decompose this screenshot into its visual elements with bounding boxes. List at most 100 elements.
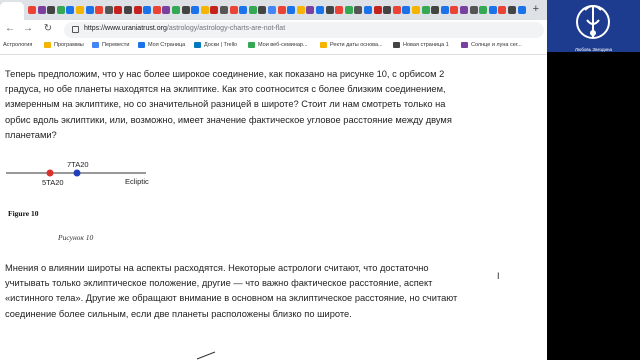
browser-tab[interactable] [191, 4, 200, 16]
browser-tab[interactable] [354, 4, 363, 16]
browser-tab[interactable] [210, 4, 219, 16]
browser-tab[interactable] [56, 4, 66, 16]
tab-favicon-icon [124, 6, 132, 14]
browser-tab[interactable] [325, 4, 335, 16]
browser-tab[interactable] [431, 4, 440, 16]
reload-icon[interactable]: ↻ [42, 23, 54, 34]
browser-window: + ← → ↻ https://www.uraniatrust.org/astr… [0, 0, 547, 360]
tab-favicon-icon [258, 6, 267, 14]
browser-tab[interactable] [248, 4, 258, 16]
tab-favicon-icon [76, 6, 84, 14]
browser-tab[interactable] [114, 4, 123, 16]
text-cursor-icon: I [497, 271, 500, 281]
url-text[interactable]: https://www.uraniatrust.org/astrology/as… [84, 25, 285, 32]
browser-tab[interactable] [172, 4, 181, 16]
back-icon[interactable]: ← [4, 23, 16, 34]
browser-tab[interactable] [402, 4, 411, 16]
bookmark-trello[interactable]: Доски | Trello [194, 42, 237, 48]
browser-tab[interactable] [220, 4, 229, 16]
tab-favicon-icon [306, 6, 315, 14]
browser-tab[interactable] [517, 4, 527, 16]
tab-favicon-icon [152, 6, 161, 14]
browser-tab[interactable] [344, 4, 354, 16]
browser-tab[interactable] [412, 4, 421, 16]
bookmark-new-page[interactable]: Новая страница 1 [393, 42, 449, 48]
browser-tab[interactable] [37, 4, 47, 16]
browser-tab[interactable] [469, 4, 479, 16]
browser-tab[interactable] [28, 4, 37, 16]
browser-tab[interactable] [229, 4, 239, 16]
participant-name: Любовь Звездина [575, 47, 612, 52]
browser-tab[interactable] [335, 4, 344, 16]
paragraph-1: Теперь предположим, что у нас более широ… [5, 69, 452, 140]
browser-tab[interactable] [162, 4, 171, 16]
browser-tab[interactable] [508, 4, 517, 16]
toolbar: ← → ↻ https://www.uraniatrust.org/astrol… [0, 20, 547, 40]
browser-tab[interactable] [316, 4, 325, 16]
browser-tab[interactable] [258, 4, 267, 16]
browser-tab[interactable] [66, 4, 75, 16]
bookmark-translate[interactable]: Перевести [92, 42, 129, 48]
tab-favicon-icon [66, 6, 75, 14]
tab-favicon-icon [440, 6, 449, 14]
browser-tab[interactable] [268, 4, 277, 16]
browser-tab[interactable] [277, 4, 287, 16]
tab-favicon-icon [104, 6, 113, 14]
browser-tab[interactable] [104, 4, 114, 16]
tab-favicon-icon [172, 6, 180, 14]
browser-tab[interactable] [421, 4, 431, 16]
tab-favicon-icon [412, 6, 420, 14]
tab-favicon-icon [248, 6, 257, 14]
forward-icon[interactable]: → [22, 23, 34, 34]
browser-tab[interactable] [85, 4, 95, 16]
tab-favicon-icon [479, 6, 488, 14]
active-tab[interactable] [0, 2, 24, 20]
browser-tab[interactable] [47, 4, 56, 16]
browser-tab[interactable] [364, 4, 373, 16]
bookmark-rectification[interactable]: Ректи даты основа... [320, 42, 383, 48]
browser-tab[interactable] [488, 4, 498, 16]
browser-tab[interactable] [306, 4, 315, 16]
tab-favicon-icon [239, 6, 248, 14]
new-tab-button[interactable]: + [533, 3, 539, 15]
bookmark-my-page[interactable]: Моя Страница [138, 42, 185, 48]
bookmark-astrology[interactable]: Астрология [3, 42, 32, 48]
bookmark-icon [320, 42, 327, 48]
browser-tab[interactable] [287, 4, 296, 16]
zodiac-emblem-icon [576, 5, 610, 39]
bookmark-programs[interactable]: Программы [44, 42, 84, 48]
browser-tab[interactable] [124, 4, 133, 16]
browser-tab[interactable] [450, 4, 459, 16]
tab-favicon-icon [431, 6, 440, 14]
tab-favicon-icon [325, 6, 334, 14]
browser-tab[interactable] [460, 4, 469, 16]
browser-tab[interactable] [440, 4, 450, 16]
browser-tab[interactable] [95, 4, 104, 16]
browser-tab[interactable] [383, 4, 392, 16]
browser-tab[interactable] [239, 4, 248, 16]
next-figure-fragment [196, 351, 216, 360]
tab-favicon-icon [37, 6, 46, 14]
browser-tab[interactable] [76, 4, 85, 16]
browser-tab[interactable] [392, 4, 402, 16]
tab-favicon-icon [450, 6, 459, 14]
browser-tab[interactable] [498, 4, 507, 16]
browser-tab[interactable] [133, 4, 143, 16]
tab-favicon-icon [364, 6, 372, 14]
browser-tab[interactable] [373, 4, 383, 16]
planet-7ta20 [73, 169, 81, 177]
tab-favicon-icon [460, 6, 468, 14]
bookmark-webinars[interactable]: Мои веб-семинар... [248, 42, 308, 48]
tab-favicon-icon [469, 6, 478, 14]
browser-tab[interactable] [152, 4, 162, 16]
tab-favicon-icon [143, 6, 152, 14]
lock-icon[interactable] [72, 26, 79, 33]
browser-tab[interactable] [479, 4, 488, 16]
participant-video-tile[interactable]: Любовь Звездина [547, 0, 640, 52]
browser-tab[interactable] [143, 4, 152, 16]
browser-tab[interactable] [181, 4, 191, 16]
bookmark-sun-moon[interactable]: Солнце и луна сег... [461, 42, 522, 48]
browser-tab[interactable] [296, 4, 306, 16]
address-bar[interactable]: https://www.uraniatrust.org/astrology/as… [64, 22, 544, 38]
browser-tab[interactable] [200, 4, 210, 16]
